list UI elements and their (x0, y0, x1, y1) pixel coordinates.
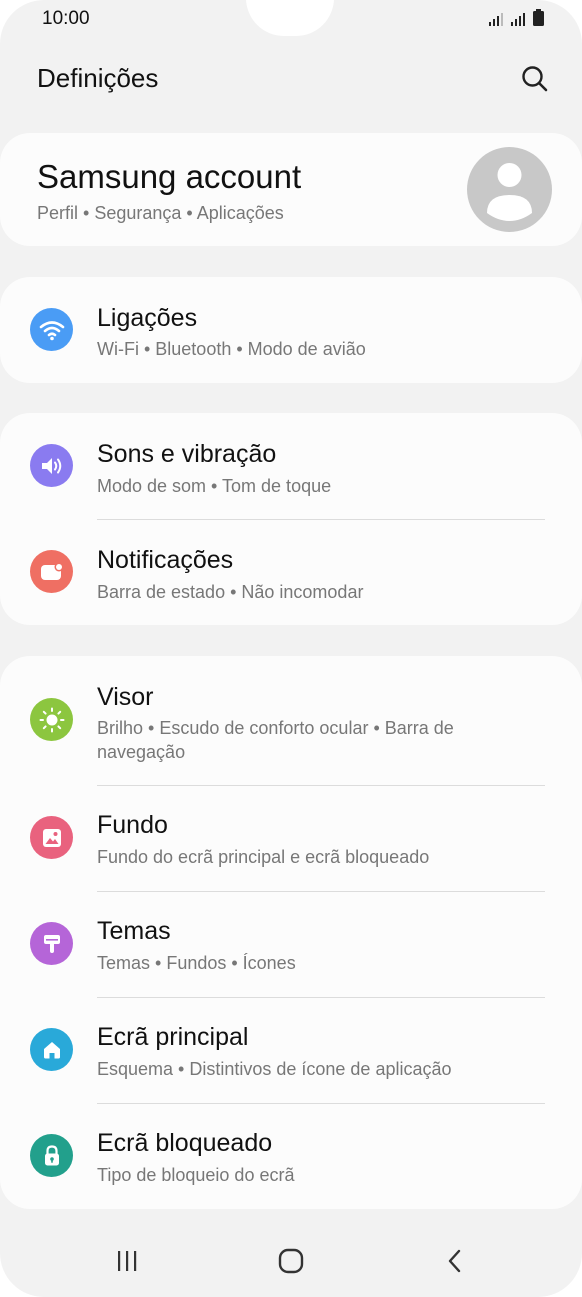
back-button[interactable] (435, 1244, 475, 1278)
item-subtitle: Modo de som • Tom de toque (97, 476, 332, 496)
signal-icon (489, 13, 503, 26)
signal-icon-2 (511, 13, 525, 26)
app-header: Definições (0, 50, 582, 110)
item-title: Visor (97, 683, 154, 711)
item-title: Notificações (97, 546, 234, 574)
home-icon (30, 1028, 73, 1071)
display-card: Visor Brilho • Escudo de conforto ocular… (0, 656, 582, 1209)
settings-item-home-screen[interactable]: Ecrã principal Esquema • Distintivos de … (0, 997, 582, 1103)
account-subtitle: Perfil • Segurança • Aplicações (37, 203, 284, 223)
item-title: Ecrã bloqueado (97, 1129, 273, 1157)
item-subtitle: Temas • Fundos • Ícones (97, 953, 296, 973)
item-title: Fundo (97, 811, 168, 839)
lock-icon (30, 1134, 73, 1177)
settings-item-notifications[interactable]: Notificações Barra de estado • Não incom… (0, 519, 582, 625)
item-title: Ecrã principal (97, 1023, 249, 1051)
user-avatar-icon (487, 163, 532, 221)
theme-brush-icon (30, 922, 73, 965)
item-subtitle: Wi-Fi • Bluetooth • Modo de avião (97, 339, 366, 359)
item-subtitle: Barra de estado • Não incomodar (97, 582, 364, 602)
recents-button[interactable] (107, 1244, 147, 1278)
settings-item-display[interactable]: Visor Brilho • Escudo de conforto ocular… (0, 656, 582, 785)
wallpaper-icon (30, 816, 73, 859)
item-subtitle: Brilho • Escudo de conforto ocular • Bar… (97, 718, 454, 762)
brightness-icon (30, 698, 73, 741)
item-subtitle: Esquema • Distintivos de ícone de aplica… (97, 1059, 452, 1079)
connections-card: Ligações Wi-Fi • Bluetooth • Modo de avi… (0, 277, 582, 383)
status-icons (489, 9, 544, 26)
item-title: Sons e vibração (97, 440, 277, 468)
item-subtitle: Fundo do ecrã principal e ecrã bloqueado (97, 847, 430, 867)
battery-icon (533, 9, 544, 26)
volume-icon (30, 444, 73, 487)
settings-item-themes[interactable]: Temas Temas • Fundos • Ícones (0, 891, 582, 997)
samsung-account-card[interactable]: Samsung account Perfil • Segurança • Apl… (0, 133, 582, 246)
back-icon (448, 1249, 461, 1273)
settings-item-connections[interactable]: Ligações Wi-Fi • Bluetooth • Modo de avi… (0, 277, 582, 383)
settings-item-lock-screen[interactable]: Ecrã bloqueado Tipo de bloqueio do ecrã (0, 1103, 582, 1209)
wifi-icon (30, 308, 73, 351)
search-button[interactable] (518, 62, 552, 96)
item-title: Temas (97, 917, 171, 945)
navigation-bar (0, 1228, 582, 1293)
account-title: Samsung account (37, 158, 302, 195)
settings-item-wallpaper[interactable]: Fundo Fundo do ecrã principal e ecrã blo… (0, 785, 582, 891)
sound-notifications-card: Sons e vibração Modo de som • Tom de toq… (0, 413, 582, 625)
notification-icon (30, 550, 73, 593)
phone-screen: 10:00 Definições Samsung account Perfil … (0, 0, 582, 1297)
status-bar: 10:00 (0, 0, 582, 38)
item-subtitle: Tipo de bloqueio do ecrã (97, 1165, 295, 1185)
status-time: 10:00 (42, 8, 90, 29)
settings-item-sounds[interactable]: Sons e vibração Modo de som • Tom de toq… (0, 413, 582, 519)
page-title: Definições (37, 63, 159, 93)
recents-icon (118, 1251, 137, 1271)
home-circle-icon (278, 1248, 304, 1274)
avatar[interactable] (467, 147, 552, 232)
home-button[interactable] (271, 1244, 311, 1278)
item-title: Ligações (97, 304, 198, 332)
search-icon (522, 66, 548, 92)
